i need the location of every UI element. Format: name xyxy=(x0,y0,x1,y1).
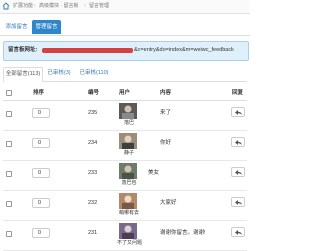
order-input[interactable] xyxy=(32,168,50,178)
table-row: 235 落巴 来了 xyxy=(3,101,247,131)
select-all-checkbox[interactable] xyxy=(6,90,12,96)
reply-button[interactable] xyxy=(231,197,245,207)
reply-button[interactable] xyxy=(231,167,245,177)
order-input[interactable] xyxy=(32,228,50,238)
username: 落巴 xyxy=(123,120,134,126)
avatar xyxy=(119,163,137,179)
header-user: 用户 xyxy=(119,90,131,96)
order-input[interactable] xyxy=(32,108,50,118)
row-checkbox[interactable] xyxy=(6,201,12,207)
breadcrumb-item-module[interactable]: 高级模块 · 留言板 xyxy=(39,3,78,9)
avatar xyxy=(119,223,137,239)
avatar xyxy=(119,193,137,209)
message-content: 美女 xyxy=(148,170,160,176)
reply-icon xyxy=(235,140,242,145)
reply-icon xyxy=(235,200,242,205)
table-header: 排序 编号 用户 内容 回复 xyxy=(3,86,247,101)
message-content: 你好 xyxy=(160,140,172,146)
reply-icon xyxy=(235,110,242,115)
module-tabs: 添加留言 管理留言 xyxy=(0,17,250,36)
header-order: 排序 xyxy=(33,90,45,96)
url-info-box: 留言板网址: redacted &c=entry&do=index&m=weiw… xyxy=(3,41,249,61)
username: 萌哪有去 xyxy=(118,210,139,216)
reply-icon xyxy=(235,170,242,175)
message-content: 来了 xyxy=(160,110,172,116)
header-content: 内容 xyxy=(160,90,172,96)
table-row: 234 静子 你好 xyxy=(3,131,247,161)
avatar xyxy=(119,103,137,119)
table-row: 233 落巴包 美女 xyxy=(3,161,247,191)
row-checkbox[interactable] xyxy=(6,141,12,147)
breadcrumb-separator: › xyxy=(34,3,36,9)
username: 不了又问题 xyxy=(117,240,143,246)
home-icon[interactable] xyxy=(2,2,10,12)
message-number: 233 xyxy=(88,170,98,176)
table-row: 231 不了又问题 谢谢你留言。谢谢! xyxy=(3,221,247,251)
row-checkbox[interactable] xyxy=(6,231,12,237)
url-suffix[interactable]: &c=entry&do=index&m=weiwc_feedback xyxy=(134,47,234,54)
breadcrumb-item-extend[interactable]: 扩展功能 xyxy=(13,3,33,9)
tab-manage-messages[interactable]: 管理留言 xyxy=(32,20,61,34)
message-content: 大家好 xyxy=(160,200,177,206)
reply-icon xyxy=(235,230,242,235)
tab-reviewed-3[interactable]: 已审核(3) xyxy=(44,67,74,80)
breadcrumb: 扩展功能 › 高级模块 · 留言板 › 留言管理 xyxy=(0,0,250,14)
tab-add-message[interactable]: 添加留言 xyxy=(3,20,30,34)
username: 静子 xyxy=(123,150,134,156)
message-number: 234 xyxy=(88,140,98,146)
breadcrumb-item-current: 留言管理 xyxy=(89,3,110,9)
filter-tabs: 全部留言(113) 已审核(3) 已审核(110) xyxy=(3,67,247,82)
message-number: 235 xyxy=(88,110,98,116)
row-checkbox[interactable] xyxy=(6,171,12,177)
message-number: 231 xyxy=(88,230,98,236)
header-num: 编号 xyxy=(88,90,100,96)
reply-button[interactable] xyxy=(231,137,245,147)
username: 落巴包 xyxy=(121,180,137,186)
order-input[interactable] xyxy=(32,198,50,208)
row-checkbox[interactable] xyxy=(6,111,12,117)
avatar xyxy=(119,133,137,149)
tab-all-messages[interactable]: 全部留言(113) xyxy=(3,67,43,82)
header-reply: 回复 xyxy=(232,90,244,96)
reply-button[interactable] xyxy=(231,107,245,117)
breadcrumb-separator: › xyxy=(84,3,86,9)
message-number: 232 xyxy=(88,200,98,206)
reply-button[interactable] xyxy=(231,227,245,237)
tab-reviewed-110[interactable]: 已审核(110) xyxy=(76,67,112,80)
url-label: 留言板网址: xyxy=(8,47,38,53)
redacted-url-text: redacted xyxy=(42,47,133,54)
message-content: 谢谢你留言。谢谢! xyxy=(160,230,206,236)
table-row: 232 萌哪有去 大家好 xyxy=(3,191,247,221)
order-input[interactable] xyxy=(32,138,50,148)
